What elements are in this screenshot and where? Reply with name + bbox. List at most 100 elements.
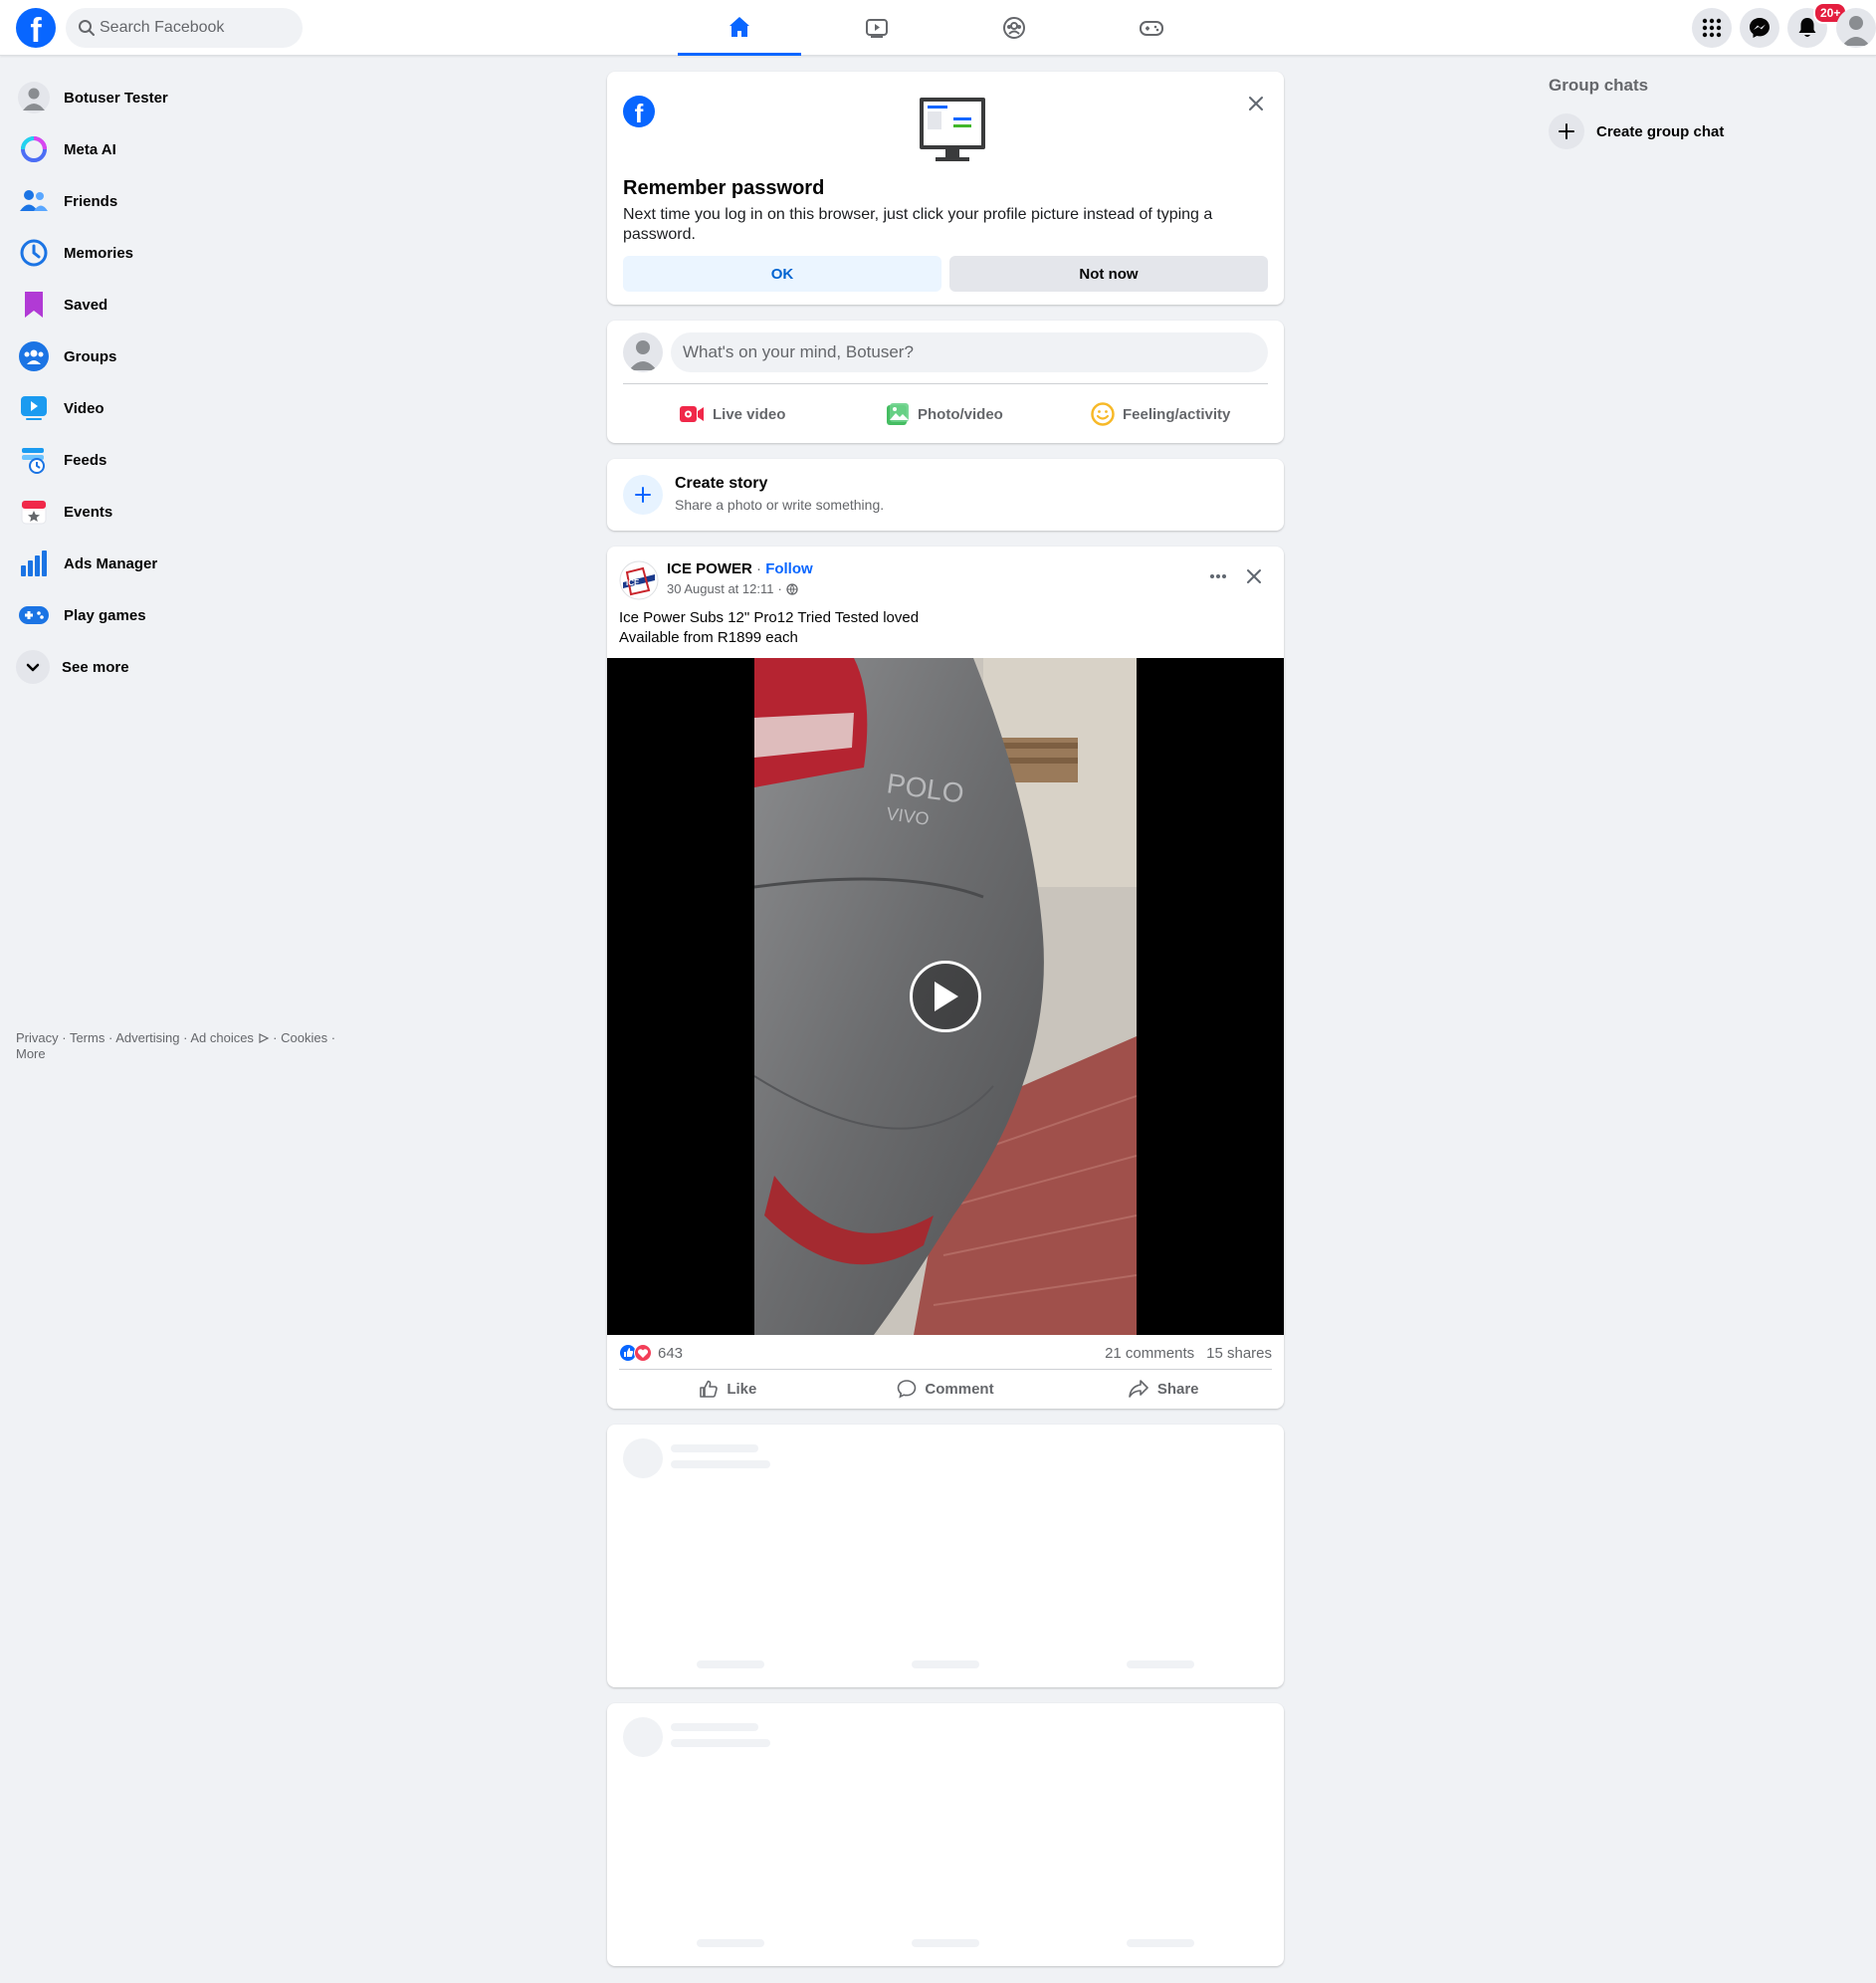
sidebar-item-label: Memories	[64, 244, 134, 262]
sidebar-item-feeds[interactable]: Feeds	[8, 434, 346, 486]
facebook-logo[interactable]: f	[16, 8, 56, 48]
messenger-icon	[1750, 18, 1770, 38]
engagement-counts: 21 comments 15 shares	[1105, 1341, 1272, 1365]
plus-icon	[1559, 123, 1574, 139]
feeling-activity-label: Feeling/activity	[1123, 405, 1231, 423]
groups-tab-icon	[1003, 17, 1025, 39]
gaming-tab-icon	[1140, 21, 1163, 36]
skeleton-action	[912, 1939, 979, 1947]
thumbs-up-icon	[700, 1380, 719, 1398]
follow-link[interactable]: Follow	[765, 560, 813, 577]
sidebar-item-video[interactable]: Video	[8, 382, 346, 434]
account-avatar[interactable]	[1836, 8, 1876, 48]
comments-count[interactable]: 21 comments	[1105, 1345, 1194, 1362]
post-composer-card: What's on your mind, Botuser? Live video…	[607, 321, 1284, 443]
like-button[interactable]: Like	[619, 1373, 837, 1405]
tab-home[interactable]	[678, 0, 801, 56]
more-horizontal-icon	[1210, 574, 1226, 578]
photo-video-button[interactable]: Photo/video	[886, 394, 1003, 434]
post-header: ICE POWER · Follow	[667, 560, 813, 577]
footer-cookies-link[interactable]: Cookies	[281, 1030, 327, 1045]
composer-input[interactable]: What's on your mind, Botuser?	[671, 332, 1268, 372]
skeleton-action	[697, 1660, 764, 1668]
video-player[interactable]: POLO VIVO	[607, 658, 1284, 1335]
footer-advertising-link[interactable]: Advertising	[115, 1030, 179, 1045]
sidebar-item-label: Feeds	[64, 451, 107, 469]
skeleton-action	[912, 1660, 979, 1668]
comment-icon	[898, 1380, 917, 1399]
ads-manager-icon	[16, 546, 52, 581]
search-box[interactable]	[66, 8, 303, 48]
composer-avatar[interactable]	[623, 332, 663, 372]
footer-privacy-link[interactable]: Privacy	[16, 1030, 59, 1045]
home-icon	[730, 16, 749, 37]
skeleton-line	[671, 1723, 758, 1731]
post-options-button[interactable]	[1200, 558, 1236, 594]
facebook-small-logo: f	[623, 96, 655, 127]
play-button[interactable]	[910, 961, 981, 1032]
shares-count[interactable]: 15 shares	[1206, 1345, 1272, 1362]
messenger-button[interactable]	[1740, 8, 1779, 48]
menu-button[interactable]	[1692, 8, 1732, 48]
photo-video-icon	[887, 403, 909, 425]
remember-password-card: f Remember password Next time you log in…	[607, 72, 1284, 305]
tab-video[interactable]	[815, 0, 938, 56]
sidebar-item-label: See more	[62, 658, 129, 676]
footer-terms-link[interactable]: Terms	[70, 1030, 104, 1045]
groups-icon	[16, 338, 52, 374]
sidebar-item-profile[interactable]: Botuser Tester	[8, 72, 346, 123]
apps-grid-icon	[1702, 18, 1722, 38]
sidebar-item-friends[interactable]: Friends	[8, 175, 346, 227]
sidebar-item-play-games[interactable]: Play games	[8, 589, 346, 641]
sidebar-item-see-more[interactable]: See more	[8, 641, 346, 693]
live-video-button[interactable]: Live video	[679, 394, 785, 434]
live-video-label: Live video	[713, 405, 786, 423]
tab-groups[interactable]	[952, 0, 1076, 56]
svg-text:ICE: ICE	[626, 578, 640, 587]
bell-icon	[1798, 18, 1816, 37]
tab-gaming[interactable]	[1090, 0, 1213, 56]
create-story-card[interactable]: Create story Share a photo or write some…	[607, 459, 1284, 531]
feeds-icon	[16, 442, 52, 478]
reactions-summary[interactable]: 643	[619, 1341, 683, 1365]
footer-more-link[interactable]: More	[16, 1046, 46, 1061]
post-actions: Like Comment Share	[619, 1373, 1272, 1405]
search-input[interactable]	[100, 8, 294, 48]
default-avatar-icon	[1842, 16, 1870, 46]
share-button[interactable]: Share	[1054, 1373, 1272, 1405]
sidebar-item-events[interactable]: Events	[8, 486, 346, 538]
loading-post-card	[607, 1703, 1284, 1966]
sidebar-item-label: Friends	[64, 192, 118, 210]
sidebar-item-ads-manager[interactable]: Ads Manager	[8, 538, 346, 589]
not-now-button[interactable]: Not now	[949, 256, 1268, 292]
post-meta: 30 August at 12:11 ·	[667, 581, 798, 596]
page-avatar[interactable]: ICE	[619, 560, 659, 600]
skeleton-line	[671, 1460, 770, 1468]
sidebar-item-meta-ai[interactable]: Meta AI	[8, 123, 346, 175]
create-story-subtitle: Share a photo or write something.	[675, 497, 885, 513]
sidebar-item-label: Play games	[64, 606, 146, 624]
feeling-activity-button[interactable]: Feeling/activity	[1091, 394, 1230, 434]
sidebar-item-groups[interactable]: Groups	[8, 330, 346, 382]
skeleton-action	[1127, 1939, 1194, 1947]
close-icon	[1247, 569, 1261, 583]
remember-password-body: Next time you log in on this browser, ju…	[623, 206, 1213, 243]
comment-button[interactable]: Comment	[837, 1373, 1055, 1405]
post-text-line: Ice Power Subs 12" Pro12 Tried Tested lo…	[619, 609, 920, 626]
sidebar-item-saved[interactable]: Saved	[8, 279, 346, 330]
close-button[interactable]	[1238, 86, 1274, 121]
create-group-chat-button[interactable]: Create group chat	[1549, 111, 1867, 151]
plus-icon	[635, 487, 651, 503]
footer-ad-choices-link[interactable]: Ad choices	[190, 1030, 254, 1045]
post-author[interactable]: ICE POWER	[667, 560, 752, 577]
search-icon	[79, 20, 95, 36]
ok-button[interactable]: OK	[623, 256, 941, 292]
profile-avatar	[16, 80, 52, 115]
hide-post-button[interactable]	[1236, 558, 1272, 594]
skeleton-line	[671, 1739, 770, 1747]
post-text-line: Available from R1899 each	[619, 629, 798, 646]
sidebar-item-memories[interactable]: Memories	[8, 227, 346, 279]
loading-post-card	[607, 1425, 1284, 1687]
post-timestamp[interactable]: 30 August at 12:11	[667, 581, 773, 596]
skeleton-avatar	[623, 1717, 663, 1757]
